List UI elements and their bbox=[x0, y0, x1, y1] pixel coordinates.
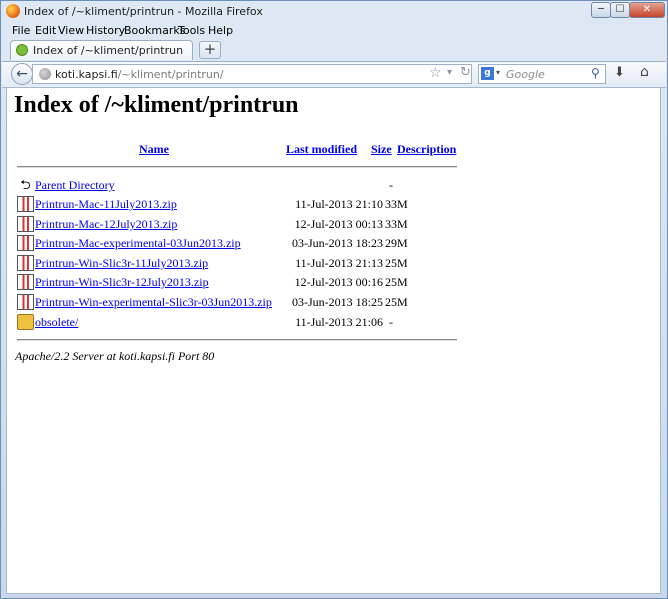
search-icon[interactable]: ⚲ bbox=[591, 66, 600, 80]
url-path: /~kliment/printrun/ bbox=[117, 68, 224, 81]
tab-printrun[interactable]: Index of /~kliment/printrun bbox=[10, 40, 193, 60]
favicon-icon bbox=[16, 44, 28, 56]
entry-link[interactable]: Printrun-Mac-experimental-03Jun2013.zip bbox=[35, 236, 241, 251]
list-item: Printrun-Mac-12July2013.zip 12-Jul-2013 … bbox=[7, 215, 467, 234]
zip-icon bbox=[17, 255, 34, 271]
bookmark-star-icon[interactable]: ☆ bbox=[429, 65, 442, 81]
url-bar[interactable]: koti.kapsi.fi/~kliment/printrun/ ☆ ▾ ↻ bbox=[32, 64, 472, 84]
downloads-icon[interactable]: ⬇ bbox=[614, 65, 625, 80]
entry-size: 25M bbox=[385, 256, 408, 270]
entry-date: 03-Jun-2013 18:23 bbox=[292, 236, 383, 250]
new-tab-button[interactable]: + bbox=[199, 41, 221, 59]
page-title: Index of /~kliment/printrun bbox=[14, 92, 299, 118]
reload-icon[interactable]: ↻ bbox=[460, 65, 471, 80]
tab-label: Index of /~kliment/printrun bbox=[33, 44, 184, 57]
page-content: Index of /~kliment/printrun Name Last mo… bbox=[6, 87, 661, 594]
tab-strip: Index of /~kliment/printrun + bbox=[2, 39, 666, 61]
entry-link[interactable]: Printrun-Mac-11July2013.zip bbox=[35, 197, 177, 212]
entry-size: 25M bbox=[385, 295, 408, 309]
minimize-button[interactable]: ─ bbox=[591, 2, 611, 18]
divider bbox=[17, 166, 457, 168]
entry-date: 11-Jul-2013 21:10 bbox=[295, 197, 383, 211]
menu-edit[interactable]: Edit bbox=[35, 24, 56, 37]
menu-history[interactable]: History bbox=[86, 24, 125, 37]
entry-link[interactable]: obsolete/ bbox=[35, 315, 78, 330]
entry-size: 25M bbox=[385, 275, 408, 289]
list-item: Printrun-Win-Slic3r-12July2013.zip 12-Ju… bbox=[7, 273, 467, 292]
entry-link[interactable]: Parent Directory bbox=[35, 178, 115, 193]
back-icon: ⮌ bbox=[20, 177, 31, 192]
list-item: Printrun-Win-Slic3r-11July2013.zip 11-Ju… bbox=[7, 254, 467, 273]
entry-size: 33M bbox=[385, 217, 408, 231]
menu-help[interactable]: Help bbox=[208, 24, 233, 37]
folder-icon bbox=[17, 314, 34, 330]
menu-bar: File Edit View History Bookmarks Tools H… bbox=[2, 23, 666, 39]
back-button[interactable]: ← bbox=[11, 63, 33, 85]
column-size[interactable]: Size bbox=[371, 142, 392, 157]
engine-dropdown-icon[interactable]: ▾ bbox=[496, 68, 500, 77]
close-button[interactable]: ✕ bbox=[629, 2, 665, 18]
entry-link[interactable]: Printrun-Mac-12July2013.zip bbox=[35, 217, 177, 232]
entry-link[interactable]: Printrun-Win-experimental-Slic3r-03Jun20… bbox=[35, 295, 272, 310]
list-item: obsolete/ 11-Jul-2013 21:06 - bbox=[7, 313, 467, 332]
list-item: Printrun-Mac-11July2013.zip 11-Jul-2013 … bbox=[7, 195, 467, 214]
divider bbox=[17, 339, 457, 341]
maximize-button[interactable]: ☐ bbox=[610, 2, 630, 18]
url-domain: koti.kapsi.fi bbox=[55, 68, 118, 81]
entry-size: 29M bbox=[385, 236, 408, 250]
entry-size: - bbox=[389, 178, 393, 192]
entry-link[interactable]: Printrun-Win-Slic3r-12July2013.zip bbox=[35, 275, 209, 290]
menu-tools[interactable]: Tools bbox=[178, 24, 205, 37]
menu-file[interactable]: File bbox=[12, 24, 30, 37]
menu-bookmarks[interactable]: Bookmarks bbox=[124, 24, 185, 37]
column-last-modified[interactable]: Last modified bbox=[286, 142, 357, 157]
entry-date: 11-Jul-2013 21:06 bbox=[295, 315, 383, 329]
window-title: Index of /~kliment/printrun - Mozilla Fi… bbox=[24, 5, 263, 18]
zip-icon bbox=[17, 294, 34, 310]
entry-link[interactable]: Printrun-Win-Slic3r-11July2013.zip bbox=[35, 256, 208, 271]
history-dropdown-icon[interactable]: ▾ bbox=[447, 67, 452, 78]
entry-size: - bbox=[389, 315, 393, 329]
title-bar: Index of /~kliment/printrun - Mozilla Fi… bbox=[1, 1, 667, 23]
list-item: ⮌ Parent Directory - bbox=[7, 176, 467, 195]
globe-icon bbox=[39, 68, 51, 80]
entry-date: 12-Jul-2013 00:16 bbox=[294, 275, 383, 289]
entry-size: 33M bbox=[385, 197, 408, 211]
column-name[interactable]: Name bbox=[139, 142, 169, 157]
zip-icon bbox=[17, 235, 34, 251]
zip-icon bbox=[17, 216, 34, 232]
entry-date: 11-Jul-2013 21:13 bbox=[295, 256, 383, 270]
server-signature: Apache/2.2 Server at koti.kapsi.fi Port … bbox=[15, 349, 215, 363]
entry-date: 12-Jul-2013 00:13 bbox=[294, 217, 383, 231]
zip-icon bbox=[17, 274, 34, 290]
browser-window: Index of /~kliment/printrun - Mozilla Fi… bbox=[0, 0, 668, 599]
entry-date: 03-Jun-2013 18:25 bbox=[292, 295, 383, 309]
menu-view[interactable]: View bbox=[58, 24, 84, 37]
column-description[interactable]: Description bbox=[397, 142, 456, 157]
search-bar[interactable]: g ▾ Google ⚲ bbox=[478, 64, 606, 84]
list-item: Printrun-Win-experimental-Slic3r-03Jun20… bbox=[7, 293, 467, 312]
navigation-toolbar: ← koti.kapsi.fi/~kliment/printrun/ ☆ ▾ ↻… bbox=[2, 61, 666, 88]
zip-icon bbox=[17, 196, 34, 212]
firefox-icon bbox=[6, 4, 20, 18]
url-text: koti.kapsi.fi/~kliment/printrun/ bbox=[55, 68, 224, 81]
google-icon[interactable]: g bbox=[481, 67, 494, 80]
list-item: Printrun-Mac-experimental-03Jun2013.zip … bbox=[7, 234, 467, 253]
home-icon[interactable]: ⌂ bbox=[640, 64, 649, 80]
search-placeholder: Google bbox=[506, 68, 545, 81]
